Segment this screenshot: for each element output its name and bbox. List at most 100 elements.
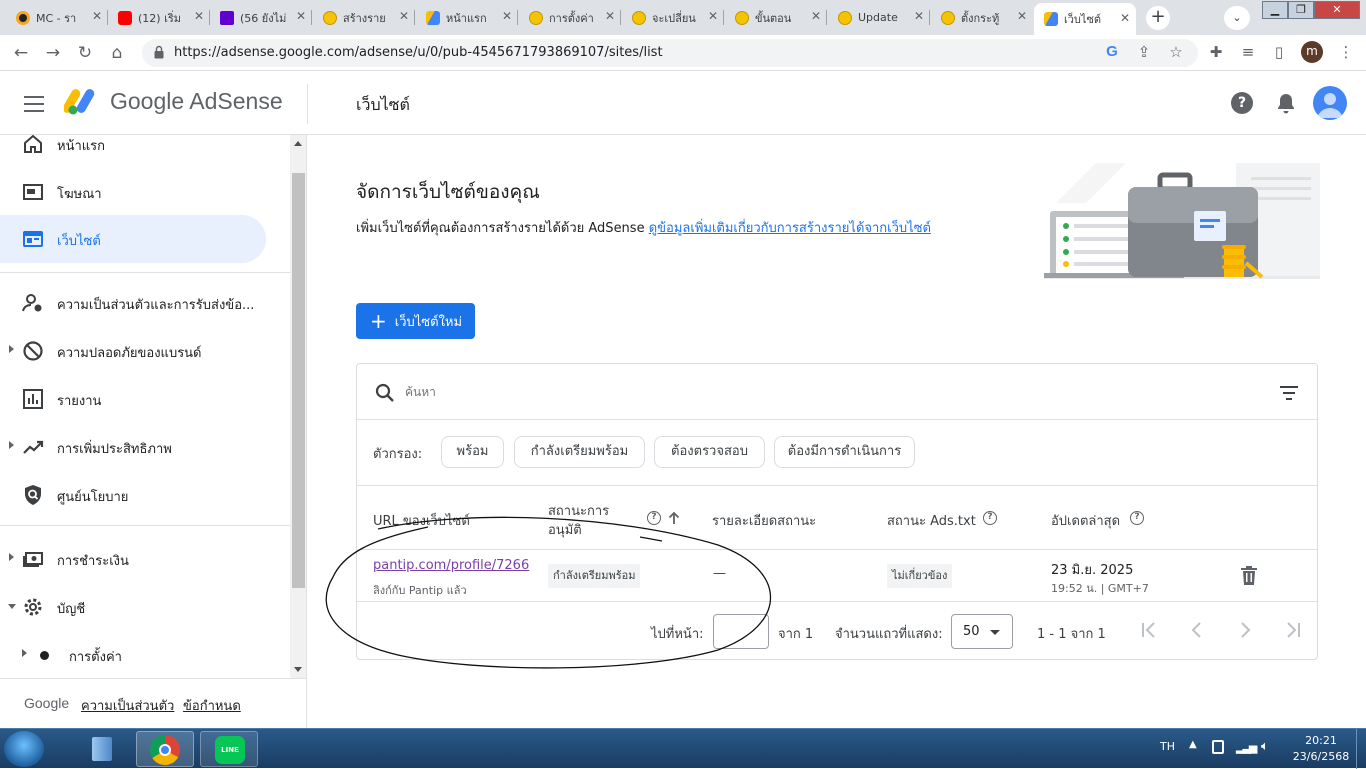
home-button[interactable]: ⌂: [105, 41, 129, 65]
taskbar-clock-date[interactable]: 23/6/2568: [1290, 750, 1352, 763]
expand-caret-icon[interactable]: [9, 553, 14, 561]
search-input[interactable]: [405, 382, 1245, 402]
input-language-indicator[interactable]: TH: [1160, 740, 1175, 753]
sidebar-item-ads[interactable]: โฆษณา: [0, 168, 266, 216]
browser-tab[interactable]: Update ✕: [828, 4, 930, 31]
column-header-approval[interactable]: สถานะการ: [548, 500, 609, 521]
notifications-bell-icon[interactable]: [1276, 92, 1296, 114]
close-icon[interactable]: ✕: [296, 9, 306, 23]
close-icon[interactable]: ✕: [914, 9, 924, 23]
help-circle-icon[interactable]: ?: [983, 511, 997, 525]
close-icon[interactable]: ✕: [1120, 11, 1130, 25]
close-icon[interactable]: ✕: [502, 9, 512, 23]
expand-caret-icon[interactable]: [22, 649, 27, 657]
minimize-button[interactable]: ▁: [1262, 1, 1288, 19]
next-page-icon[interactable]: [1235, 620, 1255, 640]
explorer-taskbar-button[interactable]: [72, 731, 130, 767]
tab-search-button[interactable]: ⌄: [1224, 6, 1250, 30]
maximize-button[interactable]: ❐: [1288, 1, 1314, 19]
browser-tab[interactable]: หน้าแรก ✕: [416, 4, 518, 31]
sidebar-item-optimization[interactable]: การเพิ่มประสิทธิภาพ: [0, 423, 266, 471]
browser-tab[interactable]: สร้างราย ✕: [313, 4, 415, 31]
collapse-caret-icon[interactable]: [8, 604, 16, 609]
browser-menu-icon[interactable]: ⋮: [1336, 42, 1356, 62]
sidebar-scrollbar-thumb[interactable]: [292, 173, 305, 588]
browser-tab[interactable]: (12) เริ่ม ✕: [108, 4, 210, 31]
rows-per-page-select[interactable]: 50: [951, 614, 1013, 649]
menu-icon[interactable]: [24, 96, 44, 112]
new-tab-button[interactable]: +: [1146, 6, 1170, 30]
start-button[interactable]: [4, 731, 44, 767]
browser-tab[interactable]: ขั้นตอน ✕: [725, 4, 827, 31]
media-control-icon[interactable]: ≡: [1238, 42, 1258, 62]
extensions-puzzle-icon[interactable]: ✚: [1206, 42, 1226, 62]
previous-page-icon[interactable]: [1187, 620, 1207, 640]
trash-icon[interactable]: [1241, 566, 1257, 585]
sidebar-item-payments[interactable]: การชำระเงิน: [0, 535, 266, 583]
address-bar[interactable]: https://adsense.google.com/adsense/u/0/p…: [142, 39, 1198, 67]
help-icon[interactable]: ?: [1231, 92, 1253, 114]
help-circle-icon[interactable]: ?: [1130, 511, 1144, 525]
sidebar-item-settings[interactable]: การตั้งค่า: [0, 631, 266, 679]
close-icon[interactable]: ✕: [1017, 9, 1027, 23]
browser-tab[interactable]: ตั้งกระทู้ ✕: [931, 4, 1033, 31]
browser-profile-avatar[interactable]: m: [1301, 41, 1323, 63]
back-button[interactable]: ←: [9, 41, 33, 65]
filter-chip-ready[interactable]: พร้อม: [441, 436, 504, 468]
chrome-taskbar-button[interactable]: [136, 731, 194, 767]
filter-chip-action-required[interactable]: ต้องมีการดำเนินการ: [774, 436, 915, 468]
browser-tab[interactable]: จะเปลี่ยน ✕: [622, 4, 724, 31]
filter-chip-getting-ready[interactable]: กำลังเตรียมพร้อม: [514, 436, 645, 468]
sidebar-item-privacy[interactable]: ความเป็นส่วนตัวและการรับส่งข้อ...: [0, 279, 266, 327]
filter-list-icon[interactable]: [1280, 386, 1298, 400]
terms-link[interactable]: ข้อกำหนด: [183, 695, 241, 716]
line-taskbar-button[interactable]: LINE: [200, 731, 258, 767]
close-icon[interactable]: ✕: [605, 9, 615, 23]
sidebar-item-brand-safety[interactable]: ความปลอดภัยของแบรนด์: [0, 327, 266, 375]
forward-button[interactable]: →: [41, 41, 65, 65]
show-desktop-button[interactable]: [1356, 729, 1366, 769]
google-translate-icon[interactable]: G: [1102, 42, 1122, 62]
first-page-icon[interactable]: [1139, 620, 1159, 640]
scroll-down-icon[interactable]: [294, 667, 302, 672]
action-center-icon[interactable]: [1212, 740, 1224, 754]
close-icon[interactable]: ✕: [194, 9, 204, 23]
sidebar-item-home[interactable]: หน้าแรก: [0, 135, 266, 168]
close-icon[interactable]: ✕: [811, 9, 821, 23]
sidebar-item-sites[interactable]: เว็บไซต์: [0, 215, 266, 263]
close-icon[interactable]: ✕: [708, 9, 718, 23]
expand-caret-icon[interactable]: [9, 441, 14, 449]
sidebar-item-policy-center[interactable]: ศูนย์นโยบาย: [0, 471, 266, 519]
expand-caret-icon[interactable]: [9, 345, 14, 353]
account-avatar[interactable]: [1313, 86, 1347, 120]
sidebar-item-reports[interactable]: รายงาน: [0, 375, 266, 423]
browser-tab-active[interactable]: เว็บไซต์ ✕: [1034, 3, 1136, 35]
window-close-button[interactable]: ✕: [1314, 1, 1360, 19]
bookmark-star-icon[interactable]: ☆: [1166, 42, 1186, 62]
goto-page-input[interactable]: [713, 614, 769, 649]
column-header-url[interactable]: URL ของเว็บไซต์: [373, 510, 470, 531]
close-icon[interactable]: ✕: [399, 9, 409, 23]
learn-more-link[interactable]: ดูข้อมูลเพิ่มเติมเกี่ยวกับการสร้างรายได้…: [649, 221, 931, 236]
share-icon[interactable]: ⇪: [1134, 42, 1154, 62]
sidebar-item-account[interactable]: บัญชี: [0, 583, 266, 631]
site-url-link[interactable]: pantip.com/profile/7266: [373, 558, 533, 573]
volume-icon[interactable]: 🔈︎: [1261, 739, 1269, 754]
taskbar-clock-time[interactable]: 20:21: [1296, 734, 1346, 747]
help-circle-icon[interactable]: ?: [647, 511, 661, 525]
privacy-link[interactable]: ความเป็นส่วนตัว: [81, 695, 174, 716]
reload-button[interactable]: ↻: [73, 41, 97, 65]
network-signal-icon[interactable]: ▂▃▅: [1236, 741, 1257, 754]
side-panel-icon[interactable]: ▯: [1269, 42, 1289, 62]
new-site-button[interactable]: + เว็บไซต์ใหม่: [356, 303, 475, 339]
last-page-icon[interactable]: [1283, 620, 1303, 640]
browser-tab[interactable]: MC - รา ✕: [6, 4, 108, 31]
browser-tab[interactable]: (56 ยังไม่ ✕: [210, 4, 312, 31]
browser-tab[interactable]: การตั้งค่า ✕: [519, 4, 621, 31]
tray-overflow-icon[interactable]: ▲: [1189, 739, 1197, 750]
scroll-up-icon[interactable]: [294, 141, 302, 146]
filter-chip-needs-review[interactable]: ต้องตรวจสอบ: [654, 436, 765, 468]
close-icon[interactable]: ✕: [92, 9, 102, 23]
lock-icon[interactable]: [154, 45, 164, 59]
sort-arrow-up-icon[interactable]: [668, 511, 680, 525]
